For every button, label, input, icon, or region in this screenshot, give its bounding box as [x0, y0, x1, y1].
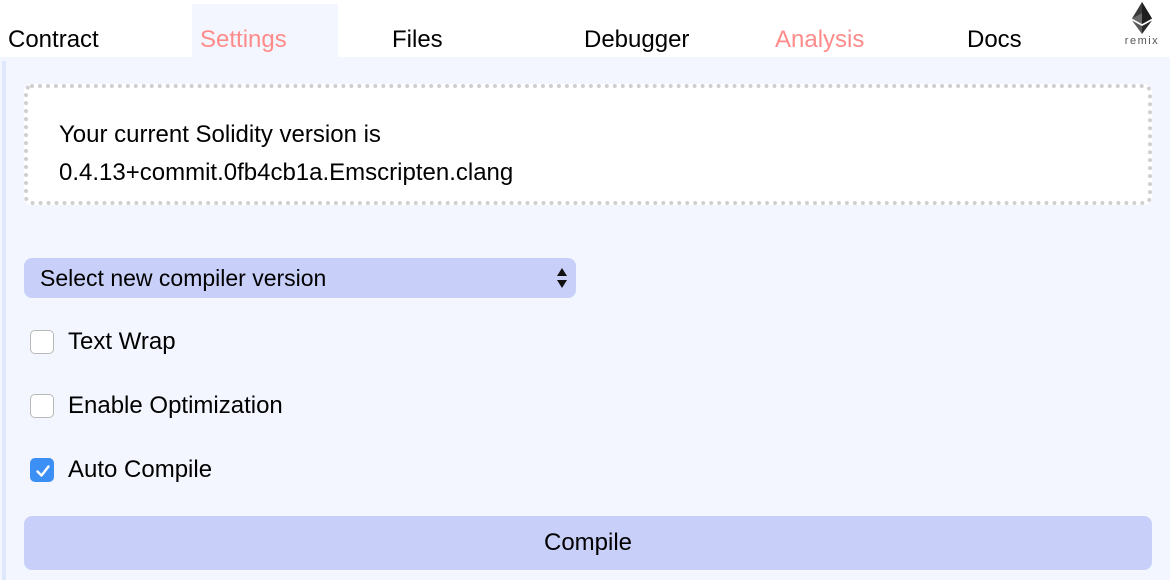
enable-optimization-label: Enable Optimization [68, 392, 283, 419]
tab-contract[interactable]: Contract [8, 4, 99, 57]
compiler-version-selected: Select new compiler version [40, 265, 327, 291]
version-info-box: Your current Solidity version is 0.4.13+… [24, 84, 1152, 205]
logo-text: remix [1124, 35, 1160, 47]
tab-docs[interactable]: Docs [967, 4, 1022, 57]
tab-debugger[interactable]: Debugger [584, 4, 689, 57]
select-arrows-icon [557, 268, 567, 288]
text-wrap-checkbox[interactable] [30, 330, 54, 354]
text-wrap-label: Text Wrap [68, 328, 176, 355]
panel-edge [2, 61, 6, 580]
ethereum-logo-icon [1132, 2, 1152, 34]
check-icon [36, 465, 50, 477]
settings-panel: Your current Solidity version is 0.4.13+… [0, 57, 1170, 580]
version-label: Your current Solidity version is [59, 121, 381, 148]
enable-optimization-checkbox[interactable] [30, 394, 54, 418]
auto-compile-label: Auto Compile [68, 456, 213, 483]
version-value: 0.4.13+commit.0fb4cb1a.Emscripten.clang [59, 159, 514, 186]
compiler-version-select[interactable]: Select new compiler version [24, 258, 576, 298]
tab-files[interactable]: Files [392, 4, 443, 57]
tab-settings[interactable]: Settings [192, 4, 338, 57]
compile-button[interactable]: Compile [24, 516, 1152, 570]
remix-logo[interactable]: remix [1116, 2, 1168, 54]
tab-analysis[interactable]: Analysis [775, 4, 864, 57]
auto-compile-checkbox[interactable] [30, 458, 54, 482]
tab-bar: Contract Settings Files Debugger Analysi… [0, 0, 1170, 57]
